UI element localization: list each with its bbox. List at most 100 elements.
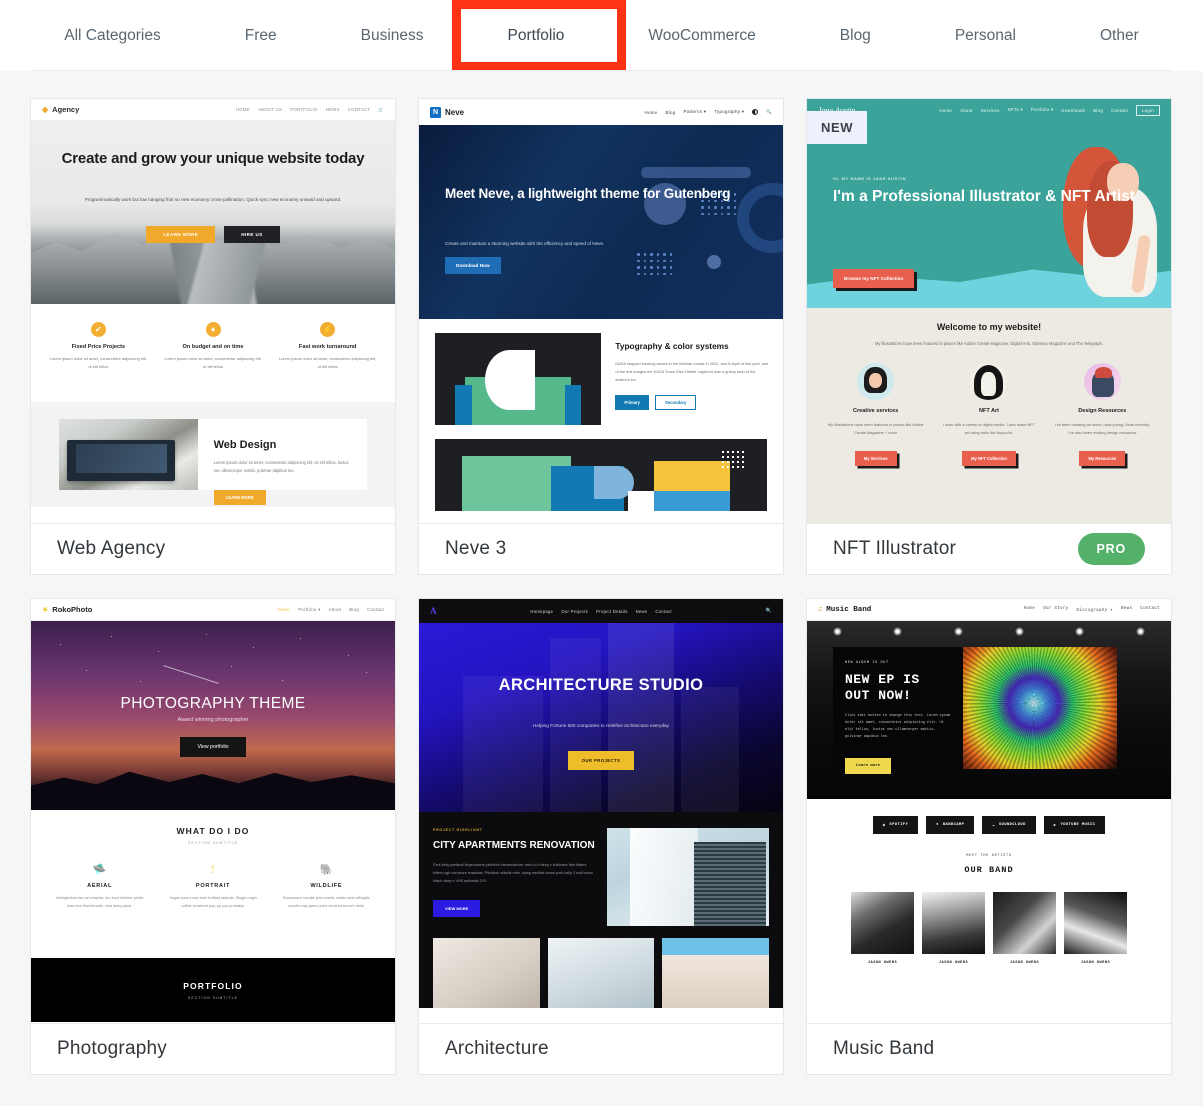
dark-mode-toggle-icon [752,109,759,115]
tab-woocommerce[interactable]: WooCommerce [606,0,797,71]
nf-nav-about: About [960,107,973,113]
ar-hero-button-wrap: OUR PROJECTS [419,751,783,770]
nf-welcome-paragraph: My illustrations have been featured in p… [874,341,1104,346]
person-icon: 🕯 [211,863,215,875]
dot-grid-3 [721,451,744,469]
mb-nav-home: Home [1023,606,1036,611]
wa-site-header: ◆ Agency HOME ABOUT US PORTFOLIO NEWS CO… [31,99,395,121]
ar-nav-contact: Contact [655,608,672,614]
mb-hero: NEW ALBUM IS OUT NEW EP IS OUT NOW! Clic… [807,621,1171,799]
ar-hero: ARCHITECTURE STUDIO Helping Fortune 500 … [419,623,783,812]
ar-thumbnails [419,926,783,1008]
theme-card-architecture[interactable]: A Homepage Our Projects Project Details … [418,598,784,1075]
ar-project-section: PROJECT HIGHLIGHT CITY APARTMENTS RENOVA… [419,812,783,926]
tab-business[interactable]: Business [319,0,466,71]
nf-column-3-button: My Resources [1079,451,1126,466]
nv-hero-heading: Meet Neve, a lightweight theme for Guten… [445,186,731,201]
nf-login-button: Login [1135,104,1160,116]
nv-graphic-band [435,439,767,511]
theme-card-music-band[interactable]: ♫ Music Band Home Our Story Discography … [806,598,1172,1075]
ph-view-portfolio-button: View portfolio [180,737,246,757]
neve-logo-icon: N [430,106,441,118]
tab-personal[interactable]: Personal [913,0,1058,71]
theme-card-neve[interactable]: N Neve Home Blog Patterns ▾ Typography ▾… [418,98,784,575]
mb-band-heading: OUR BAND [964,865,1014,875]
tab-free[interactable]: Free [203,0,319,71]
nf-nav-contact: Contact [1111,107,1128,113]
ar-nav-details: Project Details [596,608,628,614]
avatar [1083,362,1121,400]
wa-feature-3-title: Fast work turnaround [298,344,357,350]
search-icon: 🔍 [766,109,772,114]
nf-nav-portfolio: Portfolio ▾ [1030,107,1054,112]
wa-hero-paragraph: Programmatically work but low hanging fr… [84,197,342,202]
building-shape [608,623,674,812]
theme-card-web-agency[interactable]: ◆ Agency HOME ABOUT US PORTFOLIO NEWS CO… [30,98,396,575]
animal-icon: 🐘 [319,864,334,876]
ph-column-1-text: Intelligentsia fam af sriracha, bio-food… [55,896,144,908]
bolt-icon: ⚡ [320,322,336,337]
mb-kicker: NEW ALBUM IS OUT [845,661,889,665]
check-icon: ✔ [90,322,106,337]
new-badge: NEW [807,111,868,144]
tab-portfolio[interactable]: Portfolio [466,0,607,71]
mb-nav-story: Our Story [1043,606,1069,611]
card-footer-neve: Neve 3 [419,523,783,574]
card-title: Neve 3 [445,538,507,559]
illustrator-character [1043,139,1163,299]
nf-column-1-text: My illustrations have been featured in p… [827,421,924,435]
category-nav: All Categories Free Business Portfolio W… [0,0,1203,71]
theme-card-nft-illustrator[interactable]: NEW Jane Austin Home About Services NFTs… [806,98,1172,575]
ar-our-projects-button: OUR PROJECTS [567,751,635,770]
ph-site-nav: Home Portfolio ▾ About Blog Contact [277,607,384,613]
search-icon: 🔍 [765,608,772,614]
card-footer-nft: NFT Illustrator PRO [807,523,1171,574]
wa-split-text: Web Design Lorem ipsum dolor sit amet, c… [197,419,367,506]
ph-hero-paragraph: Award winning photographer [177,717,249,723]
mb-nav-contact: Contact [1140,606,1160,611]
theme-preview-neve: N Neve Home Blog Patterns ▾ Typography ▾… [419,99,783,523]
wa-split-button: LEARN MORE [213,490,266,506]
wa-learn-more-button: LEARN MORE [146,226,216,243]
ph-hero: PHOTOGRAPHY THEME Award winning photogra… [31,621,395,810]
mb-hero-paragraph: Click edit button to change this text. L… [845,714,951,740]
mb-social-youtube: ▶ YOUTUBE MUSIC [1043,816,1106,834]
wa-hero-buttons: LEARN MORE HIRE US [31,226,395,243]
mb-nav-discography: Discography ▾ [1076,608,1114,613]
wa-feature-2: ♦ On budget and on time Lorem ipsum dolo… [156,322,271,402]
laptop-photo [59,419,198,490]
ar-nav-homepage: Homepage [530,608,554,614]
cart-icon: 🛒 [378,106,384,112]
ph-portfolio-band: PORTFOLIO SECTION SUBTITLE [31,958,395,1022]
tab-all-categories[interactable]: All Categories [22,0,203,71]
ph-nav-blog: Blog [349,606,360,612]
ph-nav-contact: Contact [367,606,384,612]
bandcamp-icon: ● [936,823,939,827]
nv-logo: N Neve [430,106,464,118]
nv-nav-typography: Typography ▾ [714,109,745,114]
wa-feature-1: ✔ Fixed Price Projects Lorem ipsum dolor… [41,322,156,402]
mountain-silhouette [31,771,395,810]
nf-column-2: NFT Art I work with a variety of digital… [934,362,1043,466]
pro-badge: PRO [1077,533,1145,565]
ph-nav-home: Home [277,606,291,612]
mb-social-bandcamp: ● BANDCAMP [926,816,975,834]
ar-thumbnail-3 [662,938,770,1008]
mb-member-3-name: JASON OWENS [1009,961,1040,965]
nf-column-3: Design Resources I've been creating art … [1048,362,1157,466]
nf-column-1-title: Creative services [853,407,899,414]
tab-blog[interactable]: Blog [798,0,913,71]
ar-view-more-button: VIEW MORE [433,900,481,918]
avatar [857,362,895,400]
nv-site-header: N Neve Home Blog Patterns ▾ Typography ▾… [419,99,783,125]
nf-kicker: HI, MY NAME IS JANE AUSTIN [833,176,907,181]
ar-project-text: PROJECT HIGHLIGHT CITY APARTMENTS RENOVA… [433,828,595,926]
theme-card-photography[interactable]: ☀ RokoPhoto Home Portfolio ▾ About Blog … [30,598,396,1075]
nf-welcome-section: Welcome to my website! My illustrations … [807,308,1171,523]
nf-nav-nfts: NFTs ▾ [1007,107,1023,112]
mb-band-section: MEET THE ARTISTS OUR BAND JASON OWENS JA… [807,834,1171,965]
theme-preview-music-band: ♫ Music Band Home Our Story Discography … [807,599,1171,1023]
tab-other[interactable]: Other [1058,0,1181,71]
nf-column-1-button: My Services [854,451,897,466]
nv-section: Typography & color systems NASA stopped … [419,319,783,425]
